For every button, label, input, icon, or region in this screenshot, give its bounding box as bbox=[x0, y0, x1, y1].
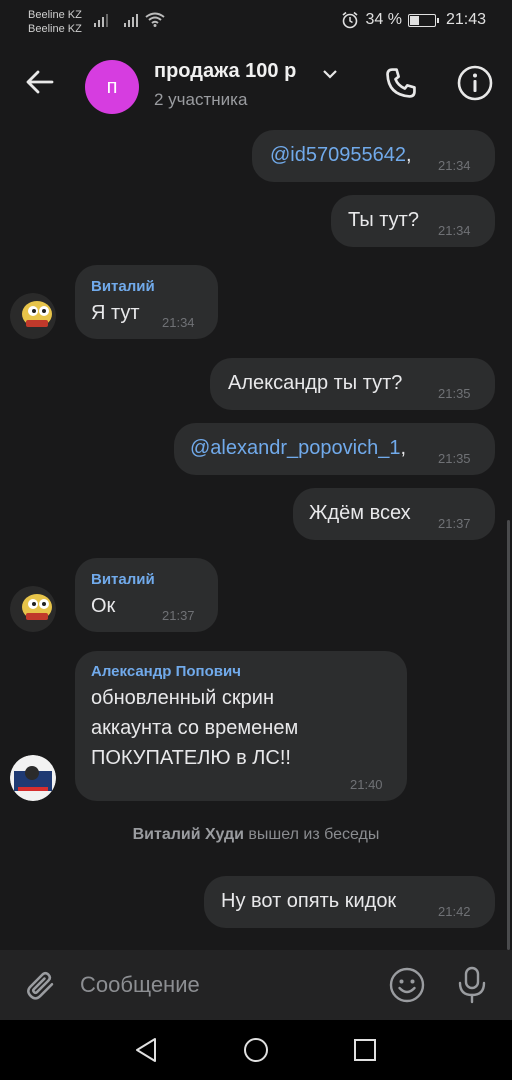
message-time: 21:34 bbox=[438, 223, 471, 238]
clock: 21:43 bbox=[445, 11, 486, 28]
status-bar: Beeline KZ Beeline KZ 34 % 21:43 bbox=[0, 0, 512, 44]
message-bubble-outgoing[interactable]: Ну вот опять кидок 21:42 bbox=[204, 876, 495, 928]
message-time: 21:35 bbox=[438, 386, 471, 401]
message-time: 21:34 bbox=[162, 315, 195, 330]
message-time: 21:40 bbox=[350, 777, 383, 792]
chat-header: п продажа 100 р 2 участника bbox=[0, 44, 512, 126]
signal-icon bbox=[124, 14, 138, 27]
carrier-2: Beeline KZ bbox=[28, 23, 82, 35]
message-author[interactable]: Александр Попович bbox=[91, 663, 241, 680]
microphone-icon[interactable] bbox=[456, 965, 488, 1005]
system-message-action: вышел из беседы bbox=[248, 826, 380, 843]
message-input[interactable] bbox=[80, 968, 370, 1002]
avatar[interactable] bbox=[10, 293, 56, 339]
battery-icon bbox=[407, 13, 439, 27]
mention-link[interactable]: @alexandr_popovich_1 bbox=[190, 437, 400, 459]
nav-back-icon[interactable] bbox=[134, 1037, 158, 1063]
message-text: Ждём всех bbox=[309, 502, 411, 524]
scrollbar[interactable] bbox=[507, 520, 510, 950]
wifi-icon bbox=[145, 12, 165, 27]
message-composer bbox=[0, 950, 512, 1020]
chat-avatar[interactable]: п bbox=[85, 60, 139, 114]
system-message-name[interactable]: Виталий Худи bbox=[133, 826, 244, 843]
message-bubble-outgoing[interactable]: Ты тут? 21:34 bbox=[331, 195, 495, 247]
message-bubble-incoming[interactable]: Виталий Ок 21:37 bbox=[75, 558, 218, 632]
system-navigation-bar bbox=[0, 1020, 512, 1080]
message-time: 21:37 bbox=[162, 608, 195, 623]
carrier-labels: Beeline KZ Beeline KZ bbox=[28, 8, 82, 36]
message-text: @alexandr_popovich_1, bbox=[190, 437, 407, 459]
message-bubble-outgoing[interactable]: @id570955642, 21:34 bbox=[252, 130, 495, 182]
message-text: Александр ты тут? bbox=[228, 372, 403, 394]
message-bubble-outgoing[interactable]: Ждём всех 21:37 bbox=[293, 488, 495, 540]
alarm-icon bbox=[342, 11, 358, 29]
message-text: Я тут bbox=[91, 302, 140, 324]
message-bubble-outgoing[interactable]: @alexandr_popovich_1, 21:35 bbox=[174, 423, 495, 475]
chat-subtitle: 2 участника bbox=[154, 90, 248, 109]
message-bubble-incoming[interactable]: Александр Попович обновленный скрин акка… bbox=[75, 651, 407, 801]
phone-icon[interactable] bbox=[382, 64, 420, 102]
message-text: Ты тут? bbox=[348, 209, 419, 231]
message-text-line: обновленный скрин bbox=[91, 687, 274, 709]
message-author[interactable]: Виталий bbox=[91, 278, 155, 295]
avatar[interactable] bbox=[10, 755, 56, 801]
message-time: 21:34 bbox=[438, 158, 471, 173]
info-icon[interactable] bbox=[456, 64, 494, 102]
mention-link[interactable]: @id570955642 bbox=[270, 144, 406, 166]
chat-title[interactable]: продажа 100 р bbox=[154, 60, 296, 83]
message-text-line: ПОКУПАТЕЛЮ в ЛС!! bbox=[91, 747, 291, 769]
paperclip-icon[interactable] bbox=[22, 967, 58, 1003]
signal-icon bbox=[94, 14, 108, 27]
message-text: Ну вот опять кидок bbox=[221, 890, 397, 912]
battery-percent: 34 % bbox=[365, 11, 402, 28]
message-bubble-outgoing[interactable]: Александр ты тут? 21:35 bbox=[210, 358, 495, 410]
message-text: Ок bbox=[91, 595, 116, 617]
message-time: 21:37 bbox=[438, 516, 471, 531]
system-message: Виталий Худи вышел из беседы bbox=[0, 826, 512, 844]
nav-home-icon[interactable] bbox=[243, 1037, 269, 1063]
chevron-down-icon[interactable] bbox=[322, 68, 338, 80]
emoji-icon[interactable] bbox=[388, 966, 426, 1004]
message-time: 21:42 bbox=[438, 904, 471, 919]
message-author[interactable]: Виталий bbox=[91, 571, 155, 588]
status-right: 34 % 21:43 bbox=[341, 11, 486, 29]
message-text: @id570955642, bbox=[270, 144, 412, 166]
message-time: 21:35 bbox=[438, 451, 471, 466]
message-text-line: аккаунта со временем bbox=[91, 717, 299, 739]
message-bubble-incoming[interactable]: Виталий Я тут 21:34 bbox=[75, 265, 218, 339]
nav-recent-apps-icon[interactable] bbox=[353, 1038, 377, 1062]
avatar[interactable] bbox=[10, 586, 56, 632]
carrier-1: Beeline KZ bbox=[28, 9, 82, 21]
back-arrow-icon[interactable] bbox=[22, 64, 58, 100]
